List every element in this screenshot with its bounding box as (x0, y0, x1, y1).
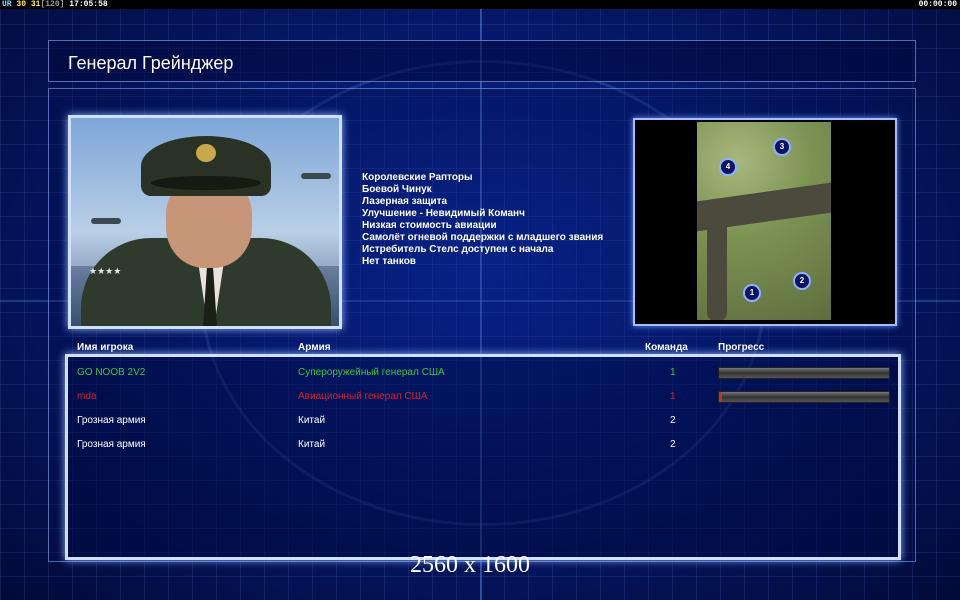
feature-item: Низкая стоимость авиации (362, 220, 497, 231)
player-row: GO NOOB 2V2 Супероружейный генерал США 1 (0, 367, 960, 383)
title-bar: Генерал Грейнджер (48, 40, 916, 82)
start-position-3[interactable]: 3 (773, 138, 791, 156)
minimap: 3 4 2 1 (697, 122, 831, 320)
eagle-badge-icon (196, 144, 216, 162)
resolution-watermark: 2560 x 1600 (410, 552, 530, 578)
start-position-1[interactable]: 1 (743, 284, 761, 302)
helicopter-icon (91, 218, 121, 224)
feature-item: Боевой Чинук (362, 184, 432, 195)
player-row: Грозная армия Китай 2 (0, 415, 960, 431)
player-name: mda (77, 391, 97, 402)
general-cap-brim (151, 176, 261, 190)
player-row: Грозная армия Китай 2 (0, 439, 960, 455)
stat-value-2: 31 (30, 0, 41, 9)
header-progress: Прогресс (718, 342, 765, 353)
feature-item: Лазерная защита (362, 196, 448, 207)
map-preview: 3 4 2 1 (633, 118, 897, 326)
feature-item: Королевские Рапторы (362, 172, 473, 183)
player-list-panel (65, 354, 901, 560)
header-player-name: Имя игрока (77, 342, 134, 353)
map-road (707, 202, 727, 320)
player-row: mda Авиационный генерал США 1 (0, 391, 960, 407)
stat-value-3: [120] (40, 0, 65, 9)
feature-item: Улучшение - Невидимый Команч (362, 208, 525, 219)
ur-label: UR (2, 0, 12, 9)
header-army: Армия (298, 342, 331, 353)
progress-fill (719, 392, 723, 402)
helicopter-icon (301, 173, 331, 179)
game-timer: 00:00:00 (918, 0, 957, 9)
player-army: Авиационный генерал США (298, 391, 428, 402)
player-army: Супероружейный генерал США (298, 367, 445, 378)
header-team: Команда (645, 342, 688, 353)
player-team: 1 (670, 391, 676, 402)
progress-bar (718, 367, 890, 379)
clock: 17:05:58 (69, 0, 108, 9)
general-features-list: Королевские Рапторы Боевой Чинук Лазерна… (362, 172, 603, 268)
player-team: 2 (670, 415, 676, 426)
player-name: Грозная армия (77, 439, 146, 450)
player-army: Китай (298, 415, 326, 426)
player-team: 2 (670, 439, 676, 450)
status-bar: UR 30 31[120] 17:05:58 00:00:00 (0, 0, 960, 9)
feature-item: Нет танков (362, 256, 416, 267)
stat-value-1: 30 (16, 0, 27, 9)
start-position-4[interactable]: 4 (719, 158, 737, 176)
rank-stars-icon: ★★★★ (89, 266, 122, 276)
feature-item: Самолёт огневой поддержки с младшего зва… (362, 232, 604, 243)
player-team: 1 (670, 367, 676, 378)
page-title: Генерал Грейнджер (68, 53, 234, 73)
player-army: Китай (298, 439, 326, 450)
player-name: GO NOOB 2V2 (77, 367, 146, 378)
player-name: Грозная армия (77, 415, 146, 426)
start-position-2[interactable]: 2 (793, 272, 811, 290)
general-portrait: ★★★★ (68, 115, 342, 329)
status-left: UR 30 31[120] 17:05:58 (2, 0, 108, 9)
feature-item: Истребитель Стелс доступен с начала (362, 244, 554, 255)
progress-bar (718, 391, 890, 403)
